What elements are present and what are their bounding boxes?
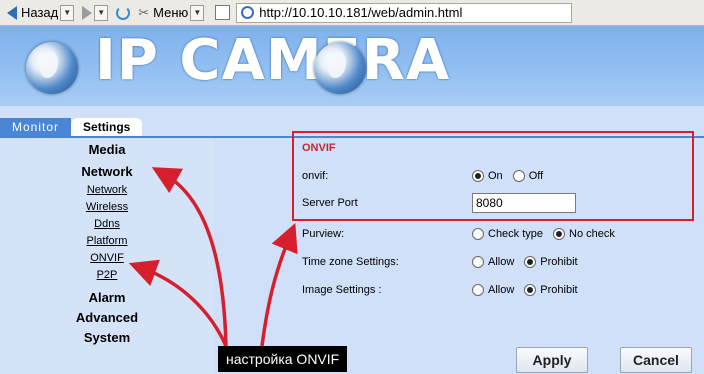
sidebar-subitem-platform[interactable]: Platform bbox=[0, 233, 214, 250]
sidebar-subitem-network[interactable]: Network bbox=[0, 182, 214, 199]
purview-label: Purview: bbox=[302, 228, 345, 240]
back-dropdown-icon[interactable]: ▼ bbox=[60, 4, 75, 21]
server-port-input[interactable]: 8080 bbox=[472, 193, 576, 213]
forward-arrow-icon bbox=[82, 5, 93, 20]
sidebar-subitem-ddns[interactable]: Ddns bbox=[0, 216, 214, 233]
sidebar-item-media[interactable]: Media bbox=[0, 140, 214, 160]
globe-right-icon bbox=[314, 42, 366, 94]
globe-icon bbox=[241, 6, 255, 19]
menu-label: Меню bbox=[153, 5, 189, 20]
tools-menu-button[interactable]: ✂ Меню ▼ bbox=[135, 2, 207, 24]
onvif-section-title: ONVIF bbox=[302, 142, 336, 154]
onvif-on-radio[interactable] bbox=[472, 170, 484, 182]
forward-button[interactable]: ▼ bbox=[79, 2, 111, 24]
cancel-button[interactable]: Cancel bbox=[620, 347, 692, 373]
image-settings-row: Image Settings : Allow Prohibit bbox=[302, 279, 588, 301]
tools-icon: ✂ bbox=[138, 4, 150, 20]
forward-dropdown-icon[interactable]: ▼ bbox=[94, 4, 109, 21]
server-port-label: Server Port bbox=[302, 197, 358, 209]
onvif-settings-panel: ONVIF onvif: On Off Server Port 8080 Pur… bbox=[214, 138, 704, 374]
image-allow-option[interactable]: Allow bbox=[472, 284, 514, 296]
tab-monitor[interactable]: Monitor bbox=[0, 118, 72, 136]
sidebar-item-network[interactable]: Network bbox=[0, 162, 214, 182]
menu-dropdown-icon: ▼ bbox=[190, 4, 205, 21]
timezone-prohibit-radio[interactable] bbox=[524, 256, 537, 268]
timezone-prohibit-label: Prohibit bbox=[540, 256, 578, 268]
image-allow-radio[interactable] bbox=[472, 284, 484, 296]
main-tabs: Monitor Settings bbox=[0, 118, 143, 136]
purview-row: Purview: Check type No check bbox=[302, 223, 625, 245]
refresh-icon bbox=[116, 5, 131, 20]
sidebar-subitem-wireless[interactable]: Wireless bbox=[0, 199, 214, 216]
onvif-on-label: On bbox=[488, 170, 503, 182]
onvif-enable-label: onvif: bbox=[302, 170, 329, 182]
timezone-allow-label: Allow bbox=[488, 256, 515, 268]
check-type-label: Check type bbox=[488, 228, 544, 240]
purview-no-check-radio[interactable] bbox=[553, 228, 566, 240]
server-port-row: Server Port 8080 bbox=[302, 192, 576, 214]
timezone-row: Time zone Settings: Allow Prohibit bbox=[302, 251, 588, 273]
image-settings-label: Image Settings : bbox=[302, 284, 382, 296]
refresh-button[interactable] bbox=[113, 2, 133, 24]
apply-button[interactable]: Apply bbox=[516, 347, 588, 373]
back-button[interactable]: Назад ▼ bbox=[4, 2, 77, 24]
onvif-off-label: Off bbox=[528, 170, 544, 182]
onvif-enable-row: onvif: On Off bbox=[302, 165, 553, 187]
timezone-prohibit-option[interactable]: Prohibit bbox=[524, 256, 578, 268]
onvif-off-radio[interactable] bbox=[512, 170, 525, 182]
page-icon[interactable] bbox=[215, 5, 231, 20]
timezone-allow-option[interactable]: Allow bbox=[472, 256, 514, 268]
sidebar-item-advanced[interactable]: Advanced bbox=[0, 308, 214, 328]
back-arrow-icon bbox=[7, 5, 17, 20]
address-url: http://10.10.10.181/web/admin.html bbox=[259, 5, 463, 20]
onvif-off-option[interactable]: Off bbox=[512, 170, 544, 182]
image-prohibit-option[interactable]: Prohibit bbox=[524, 284, 578, 296]
sidebar-item-system[interactable]: System bbox=[0, 328, 214, 348]
image-prohibit-label: Prohibit bbox=[540, 284, 578, 296]
onvif-on-option[interactable]: On bbox=[472, 170, 503, 182]
back-label: Назад bbox=[21, 5, 59, 20]
page: Назад ▼ ▼ ✂ Меню ▼ http://10.10.10.181/w… bbox=[0, 0, 704, 374]
timezone-allow-radio[interactable] bbox=[472, 256, 484, 268]
timezone-label: Time zone Settings: bbox=[302, 256, 399, 268]
sidebar: Media Network Network Wireless Ddns Plat… bbox=[0, 138, 214, 374]
no-check-label: No check bbox=[569, 228, 615, 240]
image-allow-label: Allow bbox=[488, 284, 515, 296]
sidebar-subitem-onvif[interactable]: ONVIF bbox=[0, 250, 214, 267]
purview-no-check-option[interactable]: No check bbox=[553, 228, 615, 240]
sidebar-item-alarm[interactable]: Alarm bbox=[0, 288, 214, 308]
image-prohibit-radio[interactable] bbox=[524, 284, 537, 296]
tab-settings[interactable]: Settings bbox=[71, 118, 143, 136]
purview-check-type-radio[interactable] bbox=[472, 228, 484, 240]
purview-check-type-option[interactable]: Check type bbox=[472, 228, 543, 240]
annotation-label: настройка ONVIF bbox=[218, 346, 348, 372]
address-bar[interactable]: http://10.10.10.181/web/admin.html bbox=[236, 2, 573, 23]
browser-toolbar: Назад ▼ ▼ ✂ Меню ▼ http://10.10.10.181/w… bbox=[0, 0, 704, 26]
logo-text: IP CAMERA bbox=[95, 28, 451, 93]
sidebar-subitem-p2p[interactable]: P2P bbox=[0, 267, 214, 284]
globe-left-icon bbox=[26, 42, 78, 94]
header-banner: IP CAMERA bbox=[0, 26, 704, 106]
